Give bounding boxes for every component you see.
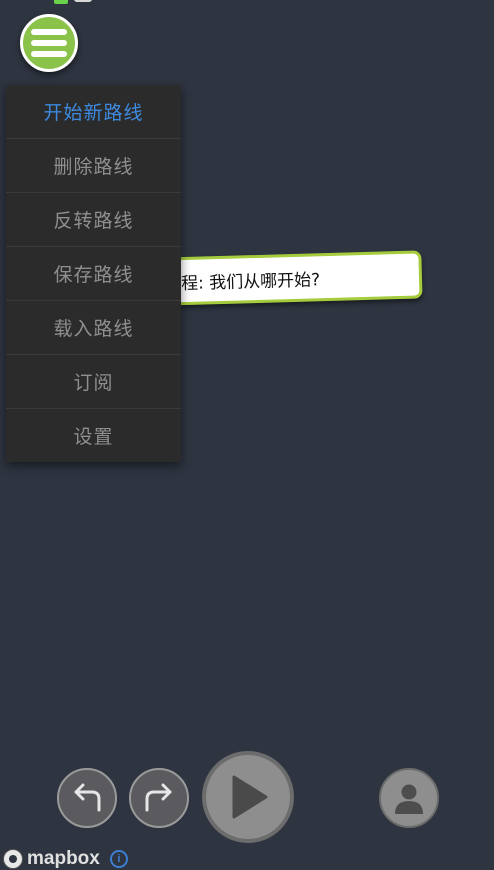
tutorial-text: 程: 我们从哪开始?	[180, 269, 321, 294]
menu-item-label: 删除路线	[53, 156, 134, 178]
menu-item-label: 订阅	[73, 372, 114, 394]
menu-item-load-route[interactable]: 载入路线	[6, 301, 181, 355]
menu-item-label: 开始新路线	[43, 102, 144, 124]
menu-item-label: 载入路线	[53, 318, 134, 340]
play-button[interactable]	[202, 751, 294, 843]
mapbox-wordmark: mapbox	[27, 848, 100, 869]
profile-button[interactable]	[379, 768, 439, 828]
menu-item-subscribe[interactable]: 订阅	[6, 355, 181, 409]
redo-button[interactable]	[129, 768, 189, 828]
status-bar-indicator	[54, 0, 68, 4]
status-bar-indicator-2	[74, 0, 92, 2]
mapbox-attribution: mapbox i	[3, 848, 128, 870]
hamburger-icon	[31, 29, 67, 57]
menu-item-settings[interactable]: 设置	[6, 409, 181, 462]
menu-item-new-route[interactable]: 开始新路线	[6, 85, 181, 139]
undo-arrow-icon	[74, 783, 101, 812]
info-icon[interactable]: i	[109, 850, 128, 868]
redo-arrow-icon	[145, 783, 172, 812]
menu-item-delete-route[interactable]: 删除路线	[6, 139, 181, 193]
menu-toggle-button[interactable]	[20, 14, 78, 72]
menu-item-label: 保存路线	[53, 264, 134, 286]
menu-item-reverse-route[interactable]: 反转路线	[6, 193, 181, 247]
menu-item-save-route[interactable]: 保存路线	[6, 247, 181, 301]
mapbox-logo-icon	[3, 849, 23, 869]
menu-item-label: 设置	[73, 426, 114, 448]
undo-button[interactable]	[57, 768, 117, 828]
route-menu: 开始新路线 删除路线 反转路线 保存路线 载入路线 订阅 设置	[6, 85, 181, 462]
tutorial-bubble: 程: 我们从哪开始?	[149, 250, 423, 306]
person-icon	[395, 784, 423, 814]
menu-item-label: 反转路线	[53, 210, 134, 232]
play-icon	[232, 775, 268, 819]
